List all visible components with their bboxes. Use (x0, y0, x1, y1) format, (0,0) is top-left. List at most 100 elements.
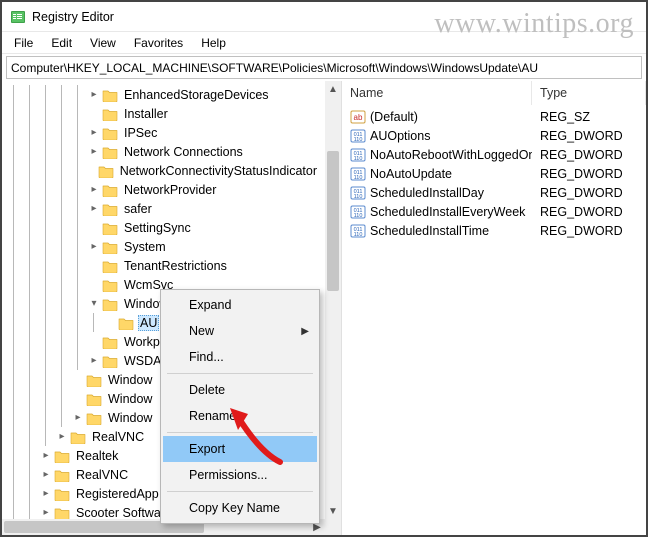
chevron-right-icon[interactable]: ▸ (86, 89, 102, 100)
value-name: ScheduledInstallEveryWeek (370, 205, 525, 219)
chevron-right-icon[interactable]: ▸ (86, 241, 102, 252)
svg-text:110: 110 (354, 175, 363, 181)
values-list[interactable]: ab(Default)REG_SZ011110AUOptionsREG_DWOR… (342, 105, 646, 240)
chevron-right-icon[interactable]: ▸ (38, 507, 54, 518)
tree-node[interactable]: NetworkConnectivityStatusIndicator (6, 161, 325, 180)
context-menu-item[interactable]: Rename (163, 403, 317, 429)
app-icon (10, 9, 26, 25)
tree-node-label: WSDA (122, 354, 164, 368)
chevron-down-icon[interactable]: ▾ (86, 298, 102, 309)
folder-icon (102, 278, 118, 292)
folder-icon (102, 126, 118, 140)
folder-icon (102, 183, 118, 197)
scroll-thumb-vertical[interactable] (327, 151, 339, 291)
value-row[interactable]: ab(Default)REG_SZ (342, 107, 646, 126)
dword-value-icon: 011110 (350, 147, 366, 163)
value-name: (Default) (370, 110, 418, 124)
tree-node[interactable]: ▸EnhancedStorageDevices (6, 85, 325, 104)
value-row[interactable]: 011110ScheduledInstallEveryWeekREG_DWORD (342, 202, 646, 221)
folder-icon (102, 202, 118, 216)
chevron-right-icon[interactable]: ▸ (86, 127, 102, 138)
folder-icon (70, 430, 86, 444)
chevron-right-icon[interactable]: ▸ (86, 355, 102, 366)
tree-node[interactable]: ▸NetworkProvider (6, 180, 325, 199)
values-header: Name Type (342, 81, 646, 105)
chevron-right-icon[interactable]: ▸ (38, 469, 54, 480)
values-pane: Name Type ab(Default)REG_SZ011110AUOptio… (342, 81, 646, 535)
value-type: REG_DWORD (532, 205, 646, 219)
chevron-right-icon[interactable]: ▸ (86, 203, 102, 214)
context-menu-item[interactable]: New▶ (163, 318, 317, 344)
tree-node-label: Window (106, 392, 154, 406)
value-row[interactable]: 011110ScheduledInstallTimeREG_DWORD (342, 221, 646, 240)
tree-node[interactable]: Installer (6, 104, 325, 123)
scroll-up-icon[interactable]: ▲ (325, 81, 341, 97)
context-menu-label: Expand (189, 298, 231, 312)
menu-edit[interactable]: Edit (43, 34, 80, 52)
context-menu-item[interactable]: Delete (163, 377, 317, 403)
value-name: ScheduledInstallDay (370, 186, 484, 200)
titlebar: Registry Editor (2, 2, 646, 32)
folder-icon (54, 506, 70, 520)
chevron-right-icon[interactable]: ▸ (54, 431, 70, 442)
chevron-right-icon: ▶ (301, 326, 309, 337)
tree-node-label: Installer (122, 107, 170, 121)
tree-node[interactable]: TenantRestrictions (6, 256, 325, 275)
tree-node-label: IPSec (122, 126, 159, 140)
value-row[interactable]: 011110AUOptionsREG_DWORD (342, 126, 646, 145)
folder-icon (102, 221, 118, 235)
folder-icon (86, 392, 102, 406)
context-menu-label: Copy Key Name (189, 501, 280, 515)
context-menu-item[interactable]: Permissions... (163, 462, 317, 488)
tree-node[interactable]: ▸safer (6, 199, 325, 218)
folder-icon (102, 240, 118, 254)
menu-favorites[interactable]: Favorites (126, 34, 191, 52)
svg-text:110: 110 (354, 156, 363, 162)
tree-node-label: RealVNC (74, 468, 130, 482)
tree-node-label: Workp (122, 335, 162, 349)
menu-file[interactable]: File (6, 34, 41, 52)
value-type: REG_DWORD (532, 224, 646, 238)
context-menu-item[interactable]: Expand (163, 292, 317, 318)
folder-icon (54, 468, 70, 482)
tree-node[interactable]: ▸System (6, 237, 325, 256)
value-type: REG_SZ (532, 110, 646, 124)
chevron-right-icon[interactable]: ▸ (38, 488, 54, 499)
context-menu-item[interactable]: Copy Key Name (163, 495, 317, 521)
value-row[interactable]: 011110NoAutoRebootWithLoggedOnU...REG_DW… (342, 145, 646, 164)
value-row[interactable]: 011110ScheduledInstallDayREG_DWORD (342, 183, 646, 202)
dword-value-icon: 011110 (350, 166, 366, 182)
tree-node[interactable]: SettingSync (6, 218, 325, 237)
menu-help[interactable]: Help (193, 34, 234, 52)
value-type: REG_DWORD (532, 148, 646, 162)
context-menu-item[interactable]: Find... (163, 344, 317, 370)
chevron-right-icon[interactable]: ▸ (86, 146, 102, 157)
context-menu-separator (167, 432, 313, 433)
scroll-down-icon[interactable]: ▼ (325, 503, 341, 519)
tree-node[interactable]: ▸ IPSec (6, 123, 325, 142)
tree-scrollbar-vertical[interactable]: ▲ ▼ (325, 81, 341, 519)
value-row[interactable]: 011110NoAutoUpdateREG_DWORD (342, 164, 646, 183)
context-menu[interactable]: Expand New▶Find... DeleteRename Export Permi… (160, 289, 320, 524)
chevron-right-icon[interactable]: ▸ (70, 412, 86, 423)
menu-view[interactable]: View (82, 34, 124, 52)
column-name[interactable]: Name (342, 81, 532, 105)
tree-node[interactable]: ▸ Network Connections (6, 142, 325, 161)
context-menu-item[interactable]: Export (163, 436, 317, 462)
context-menu-separator (167, 491, 313, 492)
folder-icon (118, 316, 134, 330)
tree-node-label: Network Connections (122, 145, 245, 159)
folder-icon (102, 107, 118, 121)
chevron-right-icon[interactable]: ▸ (86, 184, 102, 195)
folder-icon (102, 145, 118, 159)
context-menu-separator (167, 373, 313, 374)
address-bar[interactable]: Computer\HKEY_LOCAL_MACHINE\SOFTWARE\Pol… (6, 56, 642, 79)
menubar: File Edit View Favorites Help (2, 32, 646, 54)
context-menu-label: Permissions... (189, 468, 268, 482)
address-path: Computer\HKEY_LOCAL_MACHINE\SOFTWARE\Pol… (11, 61, 538, 75)
chevron-right-icon[interactable]: ▸ (38, 450, 54, 461)
column-type[interactable]: Type (532, 81, 646, 105)
folder-icon (54, 449, 70, 463)
value-type: REG_DWORD (532, 167, 646, 181)
dword-value-icon: 011110 (350, 223, 366, 239)
